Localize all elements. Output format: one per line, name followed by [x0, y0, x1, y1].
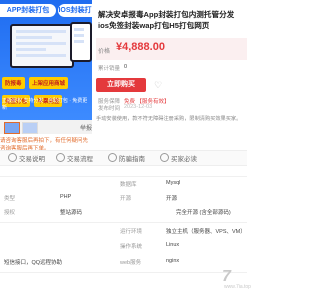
banner-tag-right: IOS封装打包 [58, 4, 92, 27]
mock-bar [16, 30, 66, 33]
mock-bar [74, 34, 84, 37]
spec-open-val: 开源 [166, 194, 177, 202]
badge: 防报毒 [2, 77, 25, 89]
tab-label: 买家必读 [171, 156, 197, 163]
spec-key: 数据库 [120, 182, 137, 188]
spec-value: PHP [60, 194, 72, 200]
spec-open: 开源 [120, 194, 131, 202]
price-box: 价格 ¥4,888.00 [96, 38, 247, 60]
spec-license: 授权 [4, 208, 15, 216]
info-tabs: 交易说明 交易流程 防骗指南 买家必读 [0, 150, 247, 166]
price-label: 价格 [98, 49, 111, 55]
spec-os: 操作系统 [120, 242, 142, 250]
mock-bar [16, 48, 46, 51]
tab-label: 交易说明 [19, 156, 45, 163]
spec-license-val: 整站源码 [60, 208, 82, 216]
tab-label: 交易流程 [67, 156, 93, 163]
spec-env: 运行环境 [120, 227, 142, 235]
publish-value: 2023-12-03 [124, 104, 153, 110]
spec-key: 操作系统 [120, 244, 143, 250]
spec-value: 短信接口，QQ远程协助 [4, 260, 63, 266]
mock-bar [74, 40, 84, 43]
spec-key: 授权 [4, 210, 16, 216]
spec-source-val: 完全开源 (含全部源码) [176, 208, 231, 216]
tab-anti-fraud[interactable]: 防骗指南 [108, 153, 145, 163]
banner-features: 正版授权 支持分发 · 自助打包 · 免费更新 [2, 98, 88, 111]
spec-env-val: 独立主机（服务器、VPS、VM） [166, 227, 246, 235]
divider [0, 272, 247, 273]
spec-value: 整站源码 [60, 210, 83, 216]
buy-now-button[interactable]: 立即购买 [96, 78, 146, 92]
spec-os-val: Linux [166, 242, 179, 248]
tab-trade-notes[interactable]: 交易说明 [8, 153, 45, 163]
price-value: ¥4,888.00 [116, 41, 165, 53]
spec-value: 开源 [166, 196, 178, 202]
tab-trade-flow[interactable]: 交易流程 [56, 153, 93, 163]
laptop-mockup [10, 24, 74, 68]
spec-value: Linux [166, 242, 180, 248]
sales-label: 累计销量 [98, 66, 121, 72]
spec-key: 开源 [120, 196, 132, 202]
info-icon [8, 153, 17, 162]
site-watermark-url: www.7ia.top [224, 284, 251, 290]
mock-bar [16, 36, 52, 39]
spec-web: web服务 [120, 258, 141, 266]
mock-bar [74, 28, 84, 31]
thumbnail[interactable] [4, 122, 20, 134]
spec-type-val: PHP [60, 194, 71, 200]
report-link[interactable]: 举报 [80, 123, 92, 132]
spec-value: Mysql [166, 180, 181, 186]
tab-label: 防骗指南 [119, 156, 145, 163]
spec-value: nginx [166, 258, 180, 264]
spec-db: 数据库 [120, 180, 137, 188]
thumbnail-strip [0, 120, 92, 134]
divider [0, 176, 247, 177]
mock-bar [16, 54, 66, 57]
spec-support-val: 短信接口，QQ远程协助 [4, 258, 62, 266]
tab-buyer-must-read[interactable]: 买家必读 [160, 153, 197, 163]
spec-key: web服务 [120, 260, 142, 266]
favorite-icon[interactable]: ♡ [152, 79, 164, 91]
publish-label: 发布时间 [98, 106, 121, 112]
divider [0, 222, 247, 223]
spec-type: 类型 [4, 194, 15, 202]
spec-value: 完全开源 (含全部源码) [176, 210, 231, 216]
spec-db-val: Mysql [166, 180, 180, 186]
sales-value: 0 [124, 64, 128, 70]
product-title: 解决安卓报毒App封装打包内测托管分发ios免签封装wap打包H5打包网页 [98, 10, 235, 30]
thumbnail[interactable] [22, 122, 38, 134]
spec-web-val: nginx [166, 258, 179, 264]
spec-key: 类型 [4, 196, 16, 202]
book-icon [160, 153, 169, 162]
banner-tag-left: APP封装打包 [0, 4, 56, 17]
product-main-image[interactable]: APP封装打包 IOS封装打包 防报毒 上架应用商城 免签打包 苹果免签 正版授… [0, 0, 92, 120]
phone-mockup [70, 22, 92, 62]
product-description: 手动安装使用，款不符无障碍注册采购，限制清购买效果买家。 [96, 116, 242, 122]
shield-icon [108, 153, 117, 162]
badge: 上架应用商城 [28, 77, 68, 89]
spec-value: 独立主机（服务器、VPS、VM） [166, 229, 246, 235]
mock-bar [16, 42, 66, 45]
spec-key: 运行环境 [120, 229, 143, 235]
flow-icon [56, 153, 65, 162]
